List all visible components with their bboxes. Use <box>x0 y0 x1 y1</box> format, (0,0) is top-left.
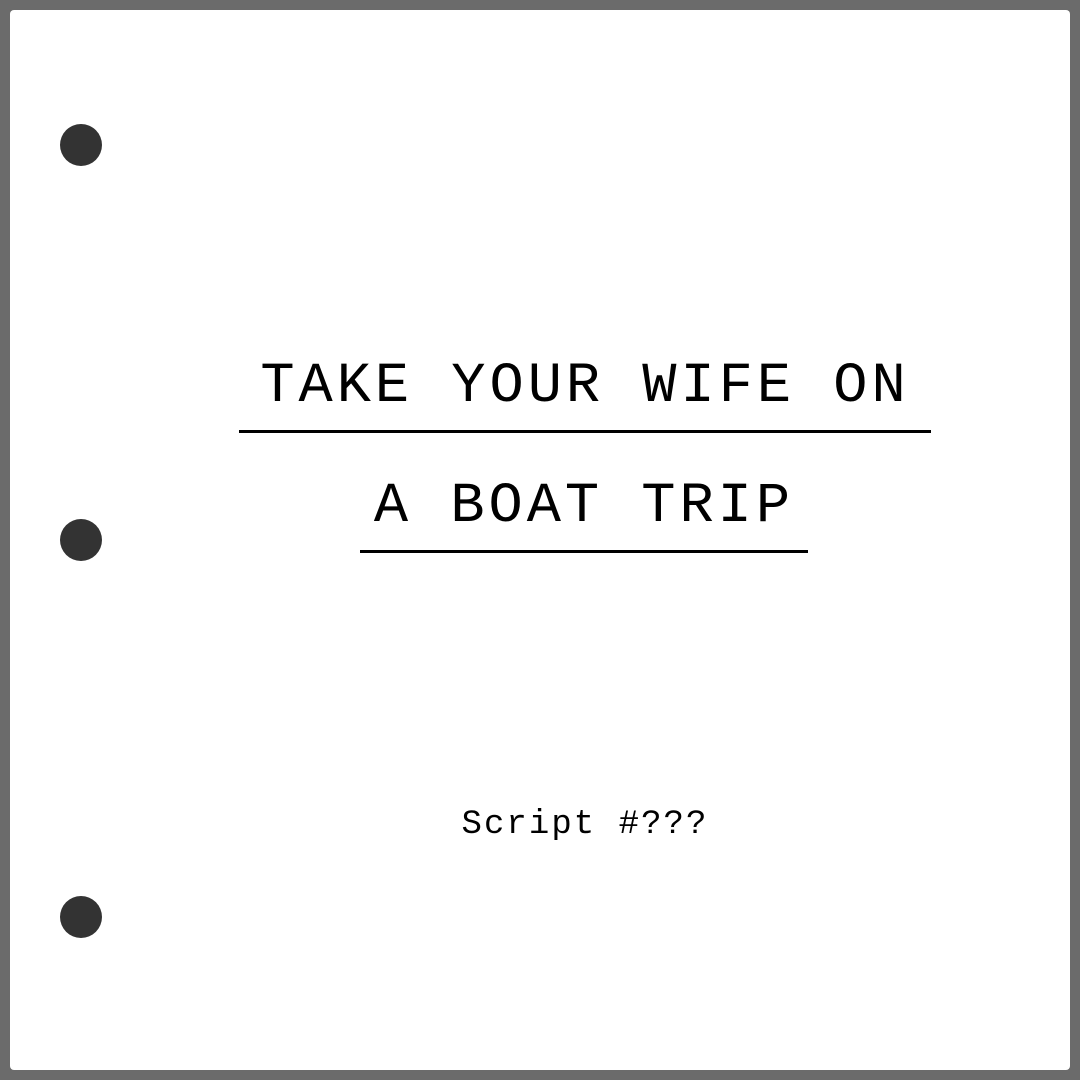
punch-hole-top <box>60 124 102 166</box>
punch-hole-middle <box>60 519 102 561</box>
title-line-2: A BOAT TRIP <box>360 479 808 553</box>
script-number: Script #??? <box>461 806 709 844</box>
script-page: TAKE YOUR WIFE ON A BOAT TRIP Script #??… <box>10 10 1070 1070</box>
title-line-1: TAKE YOUR WIFE ON <box>239 359 931 433</box>
punch-hole-bottom <box>60 896 102 938</box>
